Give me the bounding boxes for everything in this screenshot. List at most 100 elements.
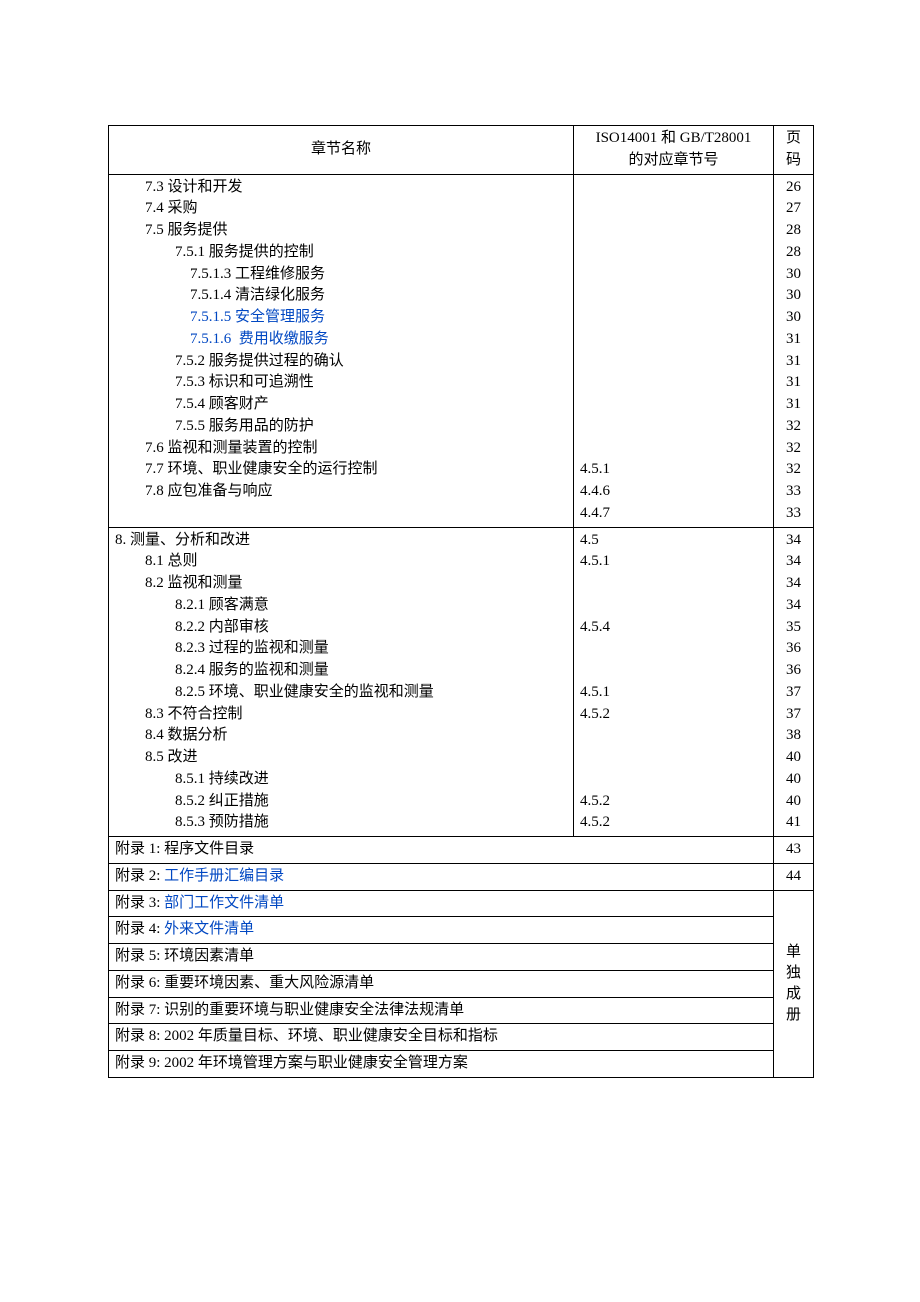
appendix-row: 附录 3: 部门工作文件清单单独成册 [109, 890, 814, 917]
toc-page: 33 [780, 503, 807, 525]
toc-chapter [580, 198, 767, 220]
appendix-row: 附录 8: 2002 年质量目标、环境、职业健康安全目标和指标 [109, 1024, 814, 1051]
booklet-note: 单独成册 [774, 890, 814, 1077]
toc-chapter: 4.5 [580, 530, 767, 552]
toc-page: 31 [780, 372, 807, 394]
toc-entry: 7.6 监视和测量装置的控制 [115, 438, 567, 460]
toc-page: 40 [780, 791, 807, 813]
toc-page: 38 [780, 725, 807, 747]
toc-chapter [580, 264, 767, 286]
toc-entry: 7.4 采购 [115, 198, 567, 220]
toc-chapter: 4.5.1 [580, 682, 767, 704]
appendix-title: 工作手册汇编目录 [160, 868, 284, 884]
toc-chapter [580, 769, 767, 791]
toc-entry: 7.3 设计和开发 [115, 177, 567, 199]
appendix-row: 附录 9: 2002 年环境管理方案与职业健康安全管理方案 [109, 1051, 814, 1078]
toc-page: 41 [780, 812, 807, 834]
toc-entry: 7.5.1 服务提供的控制 [115, 242, 567, 264]
toc-page: 40 [780, 769, 807, 791]
section-8-chapters: 4.54.5.1 4.5.4 4.5.14.5.2 4.5.24.5.2 [574, 527, 774, 837]
toc-entry: 7.5 服务提供 [115, 220, 567, 242]
toc-page: 40 [780, 747, 807, 769]
appendix-row: 附录 6: 重要环境因素、重大风险源清单 [109, 970, 814, 997]
toc-entry: 8.2.3 过程的监视和测量 [115, 638, 567, 660]
header-col2-l1: ISO14001 和 GB/T28001 [596, 130, 752, 146]
appendix-title-cell: 附录 3: 部门工作文件清单 [109, 890, 774, 917]
appendix-title: 程序文件目录 [160, 841, 254, 857]
appendix-label: 附录 8: [115, 1028, 160, 1044]
toc-chapter [580, 638, 767, 660]
toc-page: 34 [780, 595, 807, 617]
appendix-label: 附录 6: [115, 975, 160, 991]
toc-entry: 8.2 监视和测量 [115, 573, 567, 595]
toc-entry: 8.2.1 顾客满意 [115, 595, 567, 617]
header-col-chapter: ISO14001 和 GB/T28001 的对应章节号 [574, 126, 774, 175]
header-col3-l2: 码 [786, 152, 801, 168]
toc-page: 30 [780, 307, 807, 329]
appendix-row: 附录 2: 工作手册汇编目录44 [109, 863, 814, 890]
appendix-label: 附录 1: [115, 841, 160, 857]
toc-entry [115, 503, 567, 525]
section-7-names: 7.3 设计和开发7.4 采购7.5 服务提供7.5.1 服务提供的控制 7.5.… [109, 174, 574, 527]
toc-entry: 8.2.4 服务的监视和测量 [115, 660, 567, 682]
section-8-block: 8. 测量、分析和改进8.1 总则8.2 监视和测量8.2.1 顾客满意8.2.… [109, 527, 814, 837]
appendix-title-cell: 附录 7: 识别的重要环境与职业健康安全法律法规清单 [109, 997, 774, 1024]
toc-page: 28 [780, 220, 807, 242]
toc-page: 34 [780, 551, 807, 573]
toc-chapter [580, 725, 767, 747]
toc-page: 37 [780, 682, 807, 704]
toc-entry: 7.5.5 服务用品的防护 [115, 416, 567, 438]
toc-entry: 8.5.1 持续改进 [115, 769, 567, 791]
toc-entry: 7.5.3 标识和可追溯性 [115, 372, 567, 394]
appendix-label: 附录 5: [115, 948, 160, 964]
toc-entry: 8.3 不符合控制 [115, 704, 567, 726]
appendix-title-cell: 附录 4: 外来文件清单 [109, 917, 774, 944]
appendix-title: 部门工作文件清单 [160, 895, 284, 911]
toc-chapter: 4.5.1 [580, 459, 767, 481]
header-col3-l1: 页 [786, 130, 801, 146]
toc-page: 31 [780, 351, 807, 373]
toc-chapter [580, 351, 767, 373]
toc-chapter: 4.5.4 [580, 617, 767, 639]
toc-entry: 8.5.2 纠正措施 [115, 791, 567, 813]
appendix-row: 附录 5: 环境因素清单 [109, 944, 814, 971]
toc-entry: 7.5.1.4 清洁绿化服务 [115, 285, 567, 307]
toc-chapter: 4.5.2 [580, 812, 767, 834]
toc-table: 章节名称 ISO14001 和 GB/T28001 的对应章节号 页 码 7.3… [108, 125, 814, 1078]
appendix-title: 环境因素清单 [160, 948, 254, 964]
toc-entry: 7.5.1.6 费用收缴服务 [115, 329, 567, 351]
appendix-title: 识别的重要环境与职业健康安全法律法规清单 [160, 1002, 464, 1018]
appendix-title-cell: 附录 1: 程序文件目录 [109, 837, 774, 864]
toc-chapter [580, 595, 767, 617]
appendix-label: 附录 3: [115, 895, 160, 911]
toc-chapter [580, 177, 767, 199]
appendix-page: 44 [774, 863, 814, 890]
toc-page: 27 [780, 198, 807, 220]
appendix-page: 43 [774, 837, 814, 864]
toc-chapter [580, 329, 767, 351]
appendix-title: 重要环境因素、重大风险源清单 [160, 975, 374, 991]
toc-page: 36 [780, 660, 807, 682]
toc-entry: 8.1 总则 [115, 551, 567, 573]
appendix-title-cell: 附录 9: 2002 年环境管理方案与职业健康安全管理方案 [109, 1051, 774, 1078]
toc-chapter [580, 372, 767, 394]
section-8-pages: 3434343435363637373840404041 [774, 527, 814, 837]
toc-page: 34 [780, 530, 807, 552]
toc-chapter: 4.5.2 [580, 704, 767, 726]
toc-page: 30 [780, 285, 807, 307]
appendix-label: 附录 7: [115, 1002, 160, 1018]
appendix-title: 2002 年质量目标、环境、职业健康安全目标和指标 [160, 1028, 498, 1044]
toc-chapter [580, 573, 767, 595]
section-8-names: 8. 测量、分析和改进8.1 总则8.2 监视和测量8.2.1 顾客满意8.2.… [109, 527, 574, 837]
toc-page: 37 [780, 704, 807, 726]
appendix-title-cell: 附录 6: 重要环境因素、重大风险源清单 [109, 970, 774, 997]
toc-chapter: 4.4.7 [580, 503, 767, 525]
header-col2-l2: 的对应章节号 [628, 152, 718, 168]
toc-entry: 8.5.3 预防措施 [115, 812, 567, 834]
toc-page: 36 [780, 638, 807, 660]
section-7-block: 7.3 设计和开发7.4 采购7.5 服务提供7.5.1 服务提供的控制 7.5.… [109, 174, 814, 527]
header-col-page: 页 码 [774, 126, 814, 175]
toc-entry: 8.4 数据分析 [115, 725, 567, 747]
toc-chapter [580, 394, 767, 416]
section-7-chapters: 4.5.14.4.64.4.7 [574, 174, 774, 527]
